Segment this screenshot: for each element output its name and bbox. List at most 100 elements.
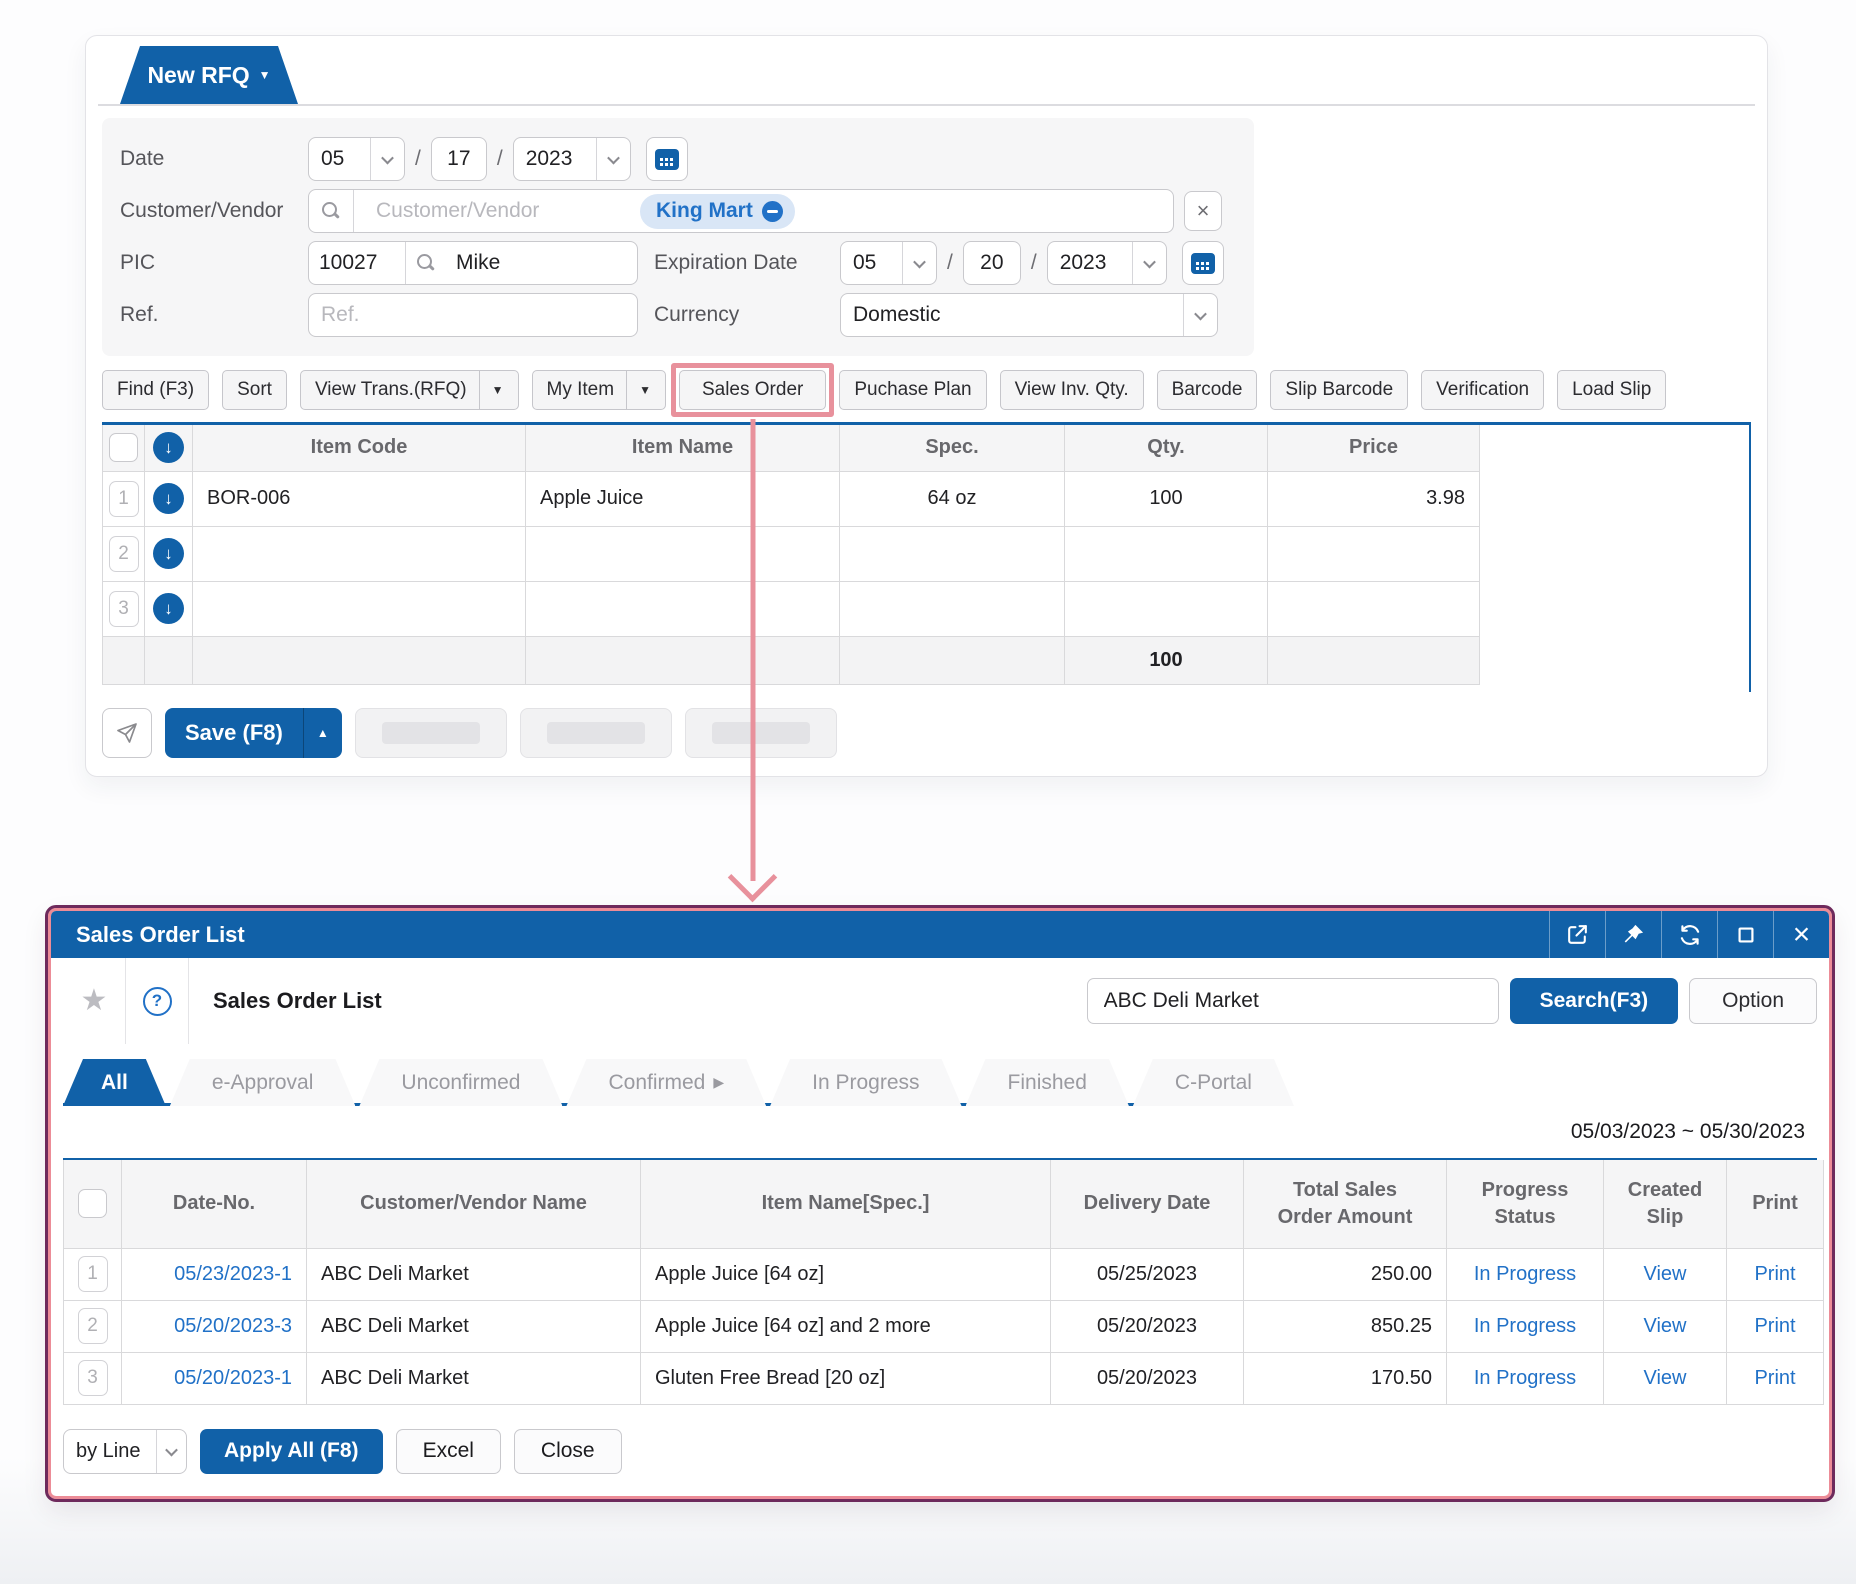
- verification-button[interactable]: Verification: [1421, 370, 1544, 410]
- tab-c-portal-label: C-Portal: [1175, 1071, 1252, 1095]
- cell-item-name[interactable]: Apple Juice: [526, 471, 840, 526]
- tab-c-portal[interactable]: C-Portal: [1133, 1059, 1294, 1106]
- cell-spec[interactable]: 64 oz: [840, 471, 1065, 526]
- tab-new-rfq[interactable]: New RFQ ▼: [120, 46, 298, 104]
- expiration-calendar-button[interactable]: [1182, 241, 1224, 285]
- cell-spec[interactable]: [840, 526, 1065, 581]
- cell-item-code[interactable]: BOR-006: [193, 471, 526, 526]
- insert-row-icon[interactable]: ↓: [153, 483, 184, 514]
- pic-field[interactable]: [308, 241, 638, 285]
- print-link[interactable]: Print: [1754, 1367, 1795, 1389]
- sort-button[interactable]: Sort: [222, 370, 287, 410]
- send-button[interactable]: [102, 708, 152, 758]
- customer-field[interactable]: King Mart: [308, 189, 1174, 233]
- verification-button-label: Verification: [1436, 379, 1529, 401]
- disabled-action-button[interactable]: [520, 708, 672, 758]
- progress-status-link[interactable]: In Progress: [1474, 1263, 1576, 1285]
- calendar-icon: [655, 149, 679, 170]
- cell-item-name[interactable]: [526, 526, 840, 581]
- customer-chip[interactable]: King Mart: [640, 194, 795, 229]
- load-slip-button[interactable]: Load Slip: [1557, 370, 1666, 410]
- tab-all[interactable]: All: [63, 1059, 166, 1106]
- row-number: 2: [109, 536, 139, 572]
- select-all-checkbox[interactable]: [109, 433, 138, 462]
- pin-button[interactable]: [1605, 911, 1661, 958]
- close-icon: ×: [1793, 920, 1811, 950]
- currency-select[interactable]: Domestic: [840, 293, 1218, 337]
- date-day-input[interactable]: [431, 137, 487, 181]
- maximize-button[interactable]: [1717, 911, 1773, 958]
- clear-customer-button[interactable]: ×: [1184, 191, 1222, 231]
- date-no-link[interactable]: 05/23/2023-1: [174, 1263, 292, 1285]
- slip-barcode-button[interactable]: Slip Barcode: [1270, 370, 1408, 410]
- date-year-select[interactable]: 2023: [513, 137, 631, 181]
- select-all-checkbox[interactable]: [78, 1189, 107, 1218]
- expiration-day-input[interactable]: [963, 241, 1021, 285]
- close-button[interactable]: ×: [1773, 911, 1829, 958]
- view-trans-button[interactable]: View Trans.(RFQ) ▼: [300, 370, 519, 410]
- by-line-select[interactable]: by Line: [63, 1429, 187, 1474]
- remove-chip-icon[interactable]: [762, 201, 783, 222]
- save-button[interactable]: Save (F8) ▲: [165, 708, 342, 758]
- search-button[interactable]: Search(F3): [1510, 978, 1679, 1024]
- cell-qty[interactable]: [1065, 581, 1268, 636]
- find-button[interactable]: Find (F3): [102, 370, 209, 410]
- search-icon[interactable]: [416, 253, 436, 273]
- cell-item-code[interactable]: [193, 581, 526, 636]
- pic-name-input[interactable]: [446, 243, 637, 283]
- row-number: 3: [109, 591, 139, 627]
- close-window-button[interactable]: Close: [514, 1429, 622, 1474]
- progress-status-link[interactable]: In Progress: [1474, 1367, 1576, 1389]
- barcode-button[interactable]: Barcode: [1157, 370, 1258, 410]
- tab-confirmed[interactable]: Confirmed ▶: [566, 1059, 766, 1106]
- purchase-plan-button[interactable]: Puchase Plan: [839, 370, 986, 410]
- disabled-action-button[interactable]: [685, 708, 837, 758]
- rfq-toolbar: Find (F3) Sort View Trans.(RFQ) ▼ My Ite…: [102, 370, 1751, 410]
- expiration-month-select[interactable]: 05: [840, 241, 937, 285]
- total-row: 100: [103, 636, 1480, 684]
- date-month-select[interactable]: 05: [308, 137, 405, 181]
- view-slip-link[interactable]: View: [1644, 1315, 1687, 1337]
- sales-order-button[interactable]: Sales Order: [679, 370, 826, 410]
- expiration-year-select[interactable]: 2023: [1047, 241, 1167, 285]
- option-button[interactable]: Option: [1689, 978, 1817, 1024]
- insert-row-icon[interactable]: ↓: [153, 538, 184, 569]
- print-link[interactable]: Print: [1754, 1315, 1795, 1337]
- cell-spec[interactable]: [840, 581, 1065, 636]
- titlebar-icons: ×: [1549, 911, 1829, 958]
- cell-price[interactable]: [1268, 581, 1480, 636]
- tab-unconfirmed[interactable]: Unconfirmed: [359, 1059, 562, 1106]
- progress-status-link[interactable]: In Progress: [1474, 1315, 1576, 1337]
- ref-input[interactable]: [308, 293, 638, 337]
- cell-item-name[interactable]: [526, 581, 840, 636]
- excel-button[interactable]: Excel: [396, 1429, 501, 1474]
- insert-row-icon[interactable]: ↓: [153, 432, 184, 463]
- tab-e-approval[interactable]: e-Approval: [170, 1059, 356, 1106]
- tab-in-progress[interactable]: In Progress: [770, 1059, 961, 1106]
- cell-price[interactable]: [1268, 526, 1480, 581]
- help-button[interactable]: ?: [126, 958, 188, 1044]
- table-row: 3 05/20/2023-1 ABC Deli Market Gluten Fr…: [64, 1352, 1824, 1404]
- pic-code-input[interactable]: [309, 243, 405, 283]
- cell-qty[interactable]: 100: [1065, 471, 1268, 526]
- customer-input[interactable]: [366, 191, 616, 231]
- date-calendar-button[interactable]: [646, 137, 688, 181]
- cell-qty[interactable]: [1065, 526, 1268, 581]
- cell-item-code[interactable]: [193, 526, 526, 581]
- print-link[interactable]: Print: [1754, 1263, 1795, 1285]
- open-new-window-button[interactable]: [1549, 911, 1605, 958]
- favorite-button[interactable]: ★: [63, 958, 125, 1044]
- refresh-button[interactable]: [1661, 911, 1717, 958]
- disabled-action-button[interactable]: [355, 708, 507, 758]
- date-no-link[interactable]: 05/20/2023-3: [174, 1315, 292, 1337]
- view-slip-link[interactable]: View: [1644, 1263, 1687, 1285]
- cell-price[interactable]: 3.98: [1268, 471, 1480, 526]
- search-input[interactable]: [1087, 978, 1499, 1024]
- my-item-button[interactable]: My Item ▼: [532, 370, 666, 410]
- insert-row-icon[interactable]: ↓: [153, 593, 184, 624]
- date-no-link[interactable]: 05/20/2023-1: [174, 1367, 292, 1389]
- view-inv-qty-button[interactable]: View Inv. Qty.: [1000, 370, 1144, 410]
- view-slip-link[interactable]: View: [1644, 1367, 1687, 1389]
- tab-finished[interactable]: Finished: [966, 1059, 1129, 1106]
- apply-all-button[interactable]: Apply All (F8): [200, 1429, 383, 1474]
